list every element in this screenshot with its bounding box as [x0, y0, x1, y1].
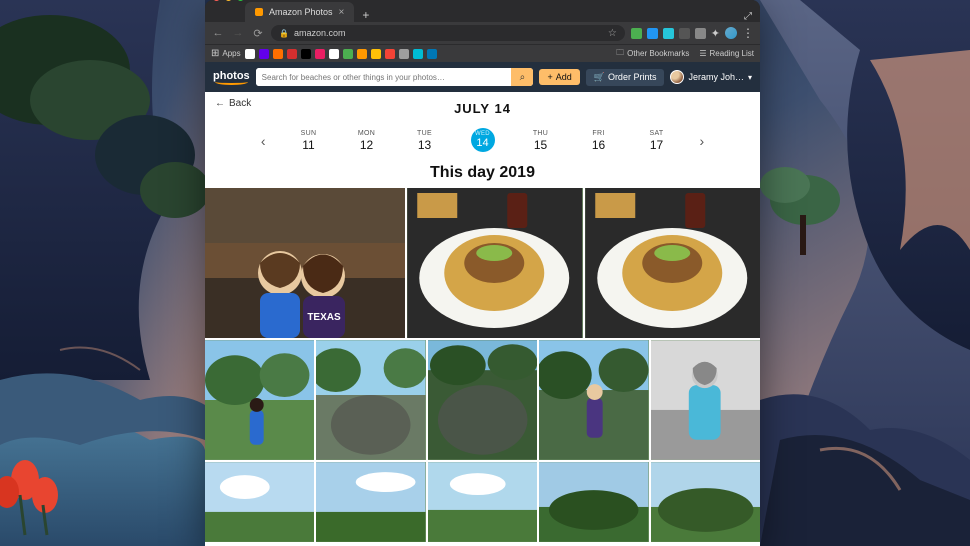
search-input[interactable]: [256, 68, 512, 86]
extension-icon[interactable]: [695, 28, 706, 39]
bookmark-icon[interactable]: [413, 49, 423, 59]
page-title: JULY 14: [205, 101, 760, 116]
browser-window: Amazon Photos × + ⤢ ← → ⟳ 🔒 amazon.com ☆…: [205, 0, 760, 546]
plus-icon: +: [547, 72, 552, 82]
photo-thumbnail[interactable]: [651, 340, 760, 460]
bookmark-icon[interactable]: [287, 49, 297, 59]
photo-thumbnail[interactable]: [651, 462, 760, 542]
bookmark-icon[interactable]: [329, 49, 339, 59]
bookmark-icon[interactable]: [343, 49, 353, 59]
back-button[interactable]: ←: [211, 27, 225, 39]
photo-thumbnail[interactable]: [205, 340, 314, 460]
day-slot[interactable]: THU15: [526, 130, 556, 152]
bookmark-icon[interactable]: [259, 49, 269, 59]
bookmark-icon[interactable]: [385, 49, 395, 59]
bookmark-icon[interactable]: [357, 49, 367, 59]
svg-text:TEXAS: TEXAS: [307, 312, 341, 323]
search-box: ⌕: [256, 68, 534, 86]
photo-thumbnail[interactable]: [316, 462, 425, 542]
day-slot[interactable]: TUE13: [410, 130, 440, 152]
bookmark-icon[interactable]: [273, 49, 283, 59]
extension-icons: ✦ ⋮: [631, 27, 754, 40]
bookmark-icon[interactable]: [245, 49, 255, 59]
day-slot[interactable]: SAT17: [642, 130, 672, 152]
day-slot[interactable]: MON12: [352, 130, 382, 152]
photo-thumbnail[interactable]: [407, 188, 583, 338]
favicon-icon: [255, 8, 263, 16]
day-slot[interactable]: FRI16: [584, 130, 614, 152]
search-button[interactable]: ⌕: [511, 68, 533, 86]
day-slot[interactable]: WED14: [468, 130, 498, 152]
forward-button: →: [231, 27, 245, 39]
bookmark-icon[interactable]: [301, 49, 311, 59]
amazon-photos-logo[interactable]: photos: [213, 70, 250, 85]
avatar: [670, 70, 684, 84]
photo-thumbnail[interactable]: [428, 340, 537, 460]
photo-thumbnail[interactable]: [205, 462, 314, 542]
photo-thumbnail[interactable]: [585, 188, 761, 338]
photo-thumbnail[interactable]: [539, 340, 648, 460]
star-icon[interactable]: ☆: [608, 28, 617, 39]
tab-strip: Amazon Photos × + ⤢: [205, 0, 760, 22]
photo-thumbnail[interactable]: TEXAS: [205, 188, 405, 338]
address-bar: ← → ⟳ 🔒 amazon.com ☆ ✦ ⋮: [205, 22, 760, 44]
app-header: photos ⌕ + Add 🛒 Order Prints Jeramy Joh…: [205, 62, 760, 92]
search-icon: ⌕: [520, 72, 526, 83]
chevron-down-icon: ▾: [748, 73, 752, 82]
page-content: photos ⌕ + Add 🛒 Order Prints Jeramy Joh…: [205, 62, 760, 546]
date-prev-button[interactable]: ‹: [255, 133, 272, 149]
year-heading: This day 2019: [205, 164, 760, 182]
tab-title: Amazon Photos: [269, 7, 333, 17]
url-input[interactable]: 🔒 amazon.com ☆: [271, 25, 625, 41]
bookmark-icon[interactable]: [427, 49, 437, 59]
window-minimize[interactable]: [225, 0, 232, 1]
close-icon[interactable]: ×: [339, 7, 345, 18]
menu-icon[interactable]: ⋮: [742, 27, 754, 39]
new-tab-button[interactable]: +: [354, 8, 377, 22]
date-strip: ‹ SUN11 MON12 TUE13 WED14 THU15 FRI16 SAT17 ›: [205, 126, 760, 162]
bookmark-icon[interactable]: [371, 49, 381, 59]
bookmark-icon[interactable]: [399, 49, 409, 59]
bookmarks-bar: ⊞ Apps 🗀Other Bookmarks ☰Reading List: [205, 44, 760, 62]
apps-shortcut[interactable]: ⊞ Apps: [211, 48, 241, 59]
tab-expand-icon[interactable]: ⤢: [736, 11, 760, 22]
browser-tab[interactable]: Amazon Photos ×: [245, 2, 354, 22]
window-close[interactable]: [213, 0, 220, 1]
photo-thumbnail[interactable]: [539, 462, 648, 542]
photo-thumbnail[interactable]: [316, 340, 425, 460]
lock-icon: 🔒: [279, 29, 289, 38]
other-bookmarks[interactable]: 🗀Other Bookmarks: [616, 47, 689, 61]
date-next-button[interactable]: ›: [694, 133, 711, 149]
photo-thumbnail[interactable]: [428, 462, 537, 542]
cart-icon: 🛒: [594, 72, 605, 83]
extension-icon[interactable]: [663, 28, 674, 39]
day-slot[interactable]: SUN11: [294, 130, 324, 152]
profile-avatar-icon[interactable]: [725, 27, 737, 39]
bookmark-icon[interactable]: [315, 49, 325, 59]
extension-icon[interactable]: [647, 28, 658, 39]
url-text: amazon.com: [294, 28, 346, 38]
user-menu[interactable]: Jeramy Joh… ▾: [670, 70, 752, 84]
add-button[interactable]: + Add: [539, 69, 579, 85]
extension-icon[interactable]: [631, 28, 642, 39]
reading-list[interactable]: ☰Reading List: [699, 49, 754, 58]
puzzle-icon[interactable]: ✦: [711, 27, 720, 40]
reload-button[interactable]: ⟳: [251, 27, 265, 40]
photo-grid: TEXAS: [205, 188, 760, 546]
extension-icon[interactable]: [679, 28, 690, 39]
window-maximize[interactable]: [237, 0, 244, 1]
order-prints-button[interactable]: 🛒 Order Prints: [586, 69, 665, 86]
